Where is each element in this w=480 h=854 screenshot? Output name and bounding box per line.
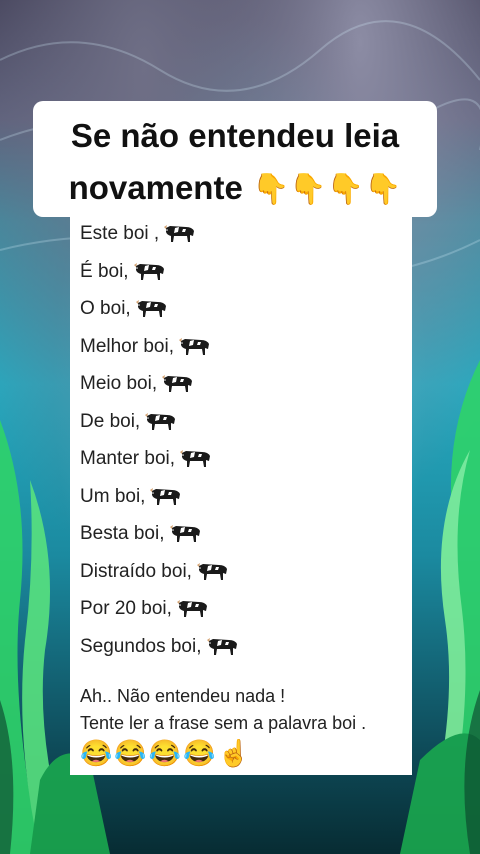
line-text: Distraído boi, — [80, 560, 192, 582]
cow-icon — [178, 447, 212, 469]
cow-icon — [134, 297, 168, 319]
line-item: Segundos boi, — [80, 635, 239, 658]
message-line-1: Ah.. Não entendeu nada ! — [80, 686, 286, 706]
line-text: O boi, — [80, 298, 131, 319]
line-item: Melhor boi, — [80, 335, 211, 358]
message-line-2: Tente ler a frase sem a palavra boi . — [80, 713, 367, 733]
cow-icon — [205, 635, 239, 657]
laughing-emojis-icon: 😂😂😂😂☝️ — [80, 738, 252, 768]
title-line-1: Se não entendeu leia — [70, 117, 400, 154]
cow-icon — [143, 410, 177, 432]
cow-icon — [168, 522, 202, 544]
line-item: Um boi, — [80, 485, 182, 508]
line-item: É boi, — [80, 260, 166, 283]
line-text: Por 20 boi, — [80, 598, 172, 619]
line-text: Besta boi, — [80, 523, 165, 544]
line-item: Distraído boi, — [80, 560, 229, 583]
line-text: Melhor boi, — [80, 335, 174, 357]
cow-icon — [195, 560, 229, 582]
title-line-2-text: novamente — [68, 169, 243, 206]
line-item: Besta boi, — [80, 522, 202, 545]
line-text: Meio boi, — [80, 373, 158, 394]
line-item: Por 20 boi, — [80, 597, 209, 620]
cow-icon — [177, 335, 211, 357]
line-item: Meio boi, — [80, 372, 194, 395]
cow-icon — [175, 597, 209, 619]
line-item: O boi, — [80, 297, 168, 320]
line-text: É boi, — [80, 260, 129, 282]
line-text: Segundos boi, — [80, 635, 202, 657]
cow-icon — [148, 485, 182, 507]
title-box: Se não entendeu leia novamente 👇👇👇👇 — [33, 101, 437, 217]
line-text: De boi, — [80, 410, 141, 432]
cow-icon — [132, 260, 166, 282]
line-item: Manter boi, — [80, 447, 212, 470]
line-text: Um boi, — [80, 485, 146, 507]
line-text: Manter boi, — [80, 448, 176, 469]
cow-icon — [160, 372, 194, 394]
line-item: Este boi , — [80, 222, 196, 245]
pointing-down-hands-icon: 👇👇👇👇 — [251, 173, 402, 206]
line-text: Este boi , — [80, 223, 160, 244]
cow-icon — [162, 222, 196, 244]
line-item: De boi, — [80, 410, 177, 433]
title-line-2: novamente 👇👇👇👇 — [33, 169, 437, 207]
